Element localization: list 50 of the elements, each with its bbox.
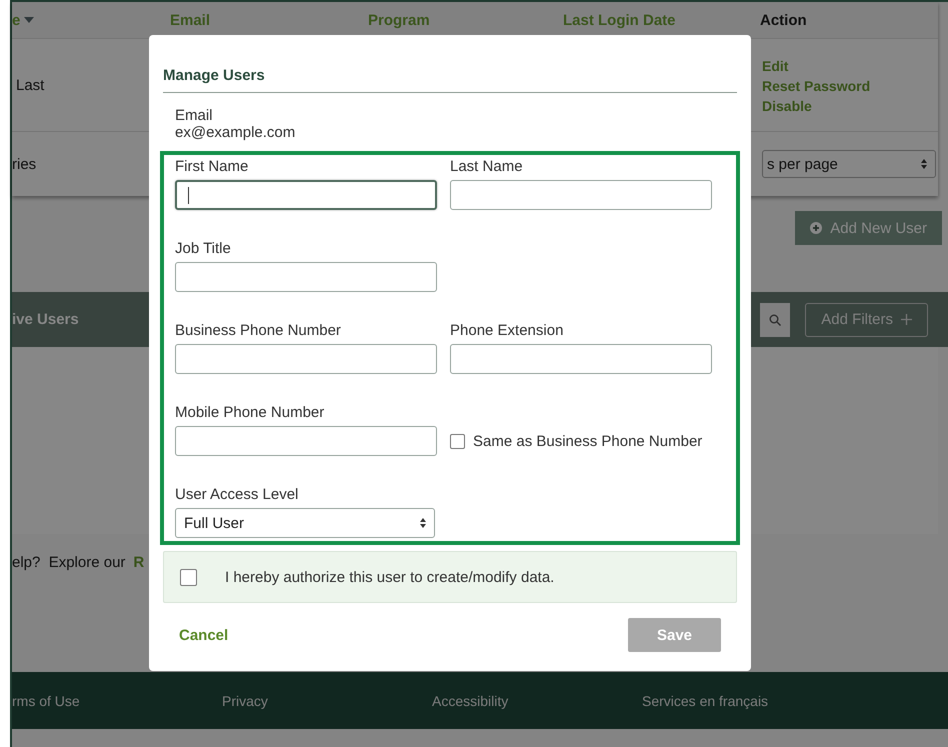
updown-icon bbox=[921, 159, 927, 169]
checkbox-label: Same as Business Phone Number bbox=[473, 432, 702, 450]
checkbox[interactable] bbox=[180, 568, 197, 586]
text-cursor bbox=[188, 187, 189, 204]
action-link[interactable]: Edit bbox=[762, 56, 938, 76]
search-button[interactable] bbox=[760, 302, 790, 336]
page-size-select[interactable]: s per page bbox=[762, 150, 936, 178]
field-label: First Name bbox=[175, 158, 250, 177]
plus-circle-icon bbox=[810, 222, 822, 234]
resources-link[interactable]: R bbox=[133, 554, 144, 571]
section-title: ive Users bbox=[12, 311, 79, 328]
table-cell-text: Last bbox=[15, 76, 44, 94]
column-header: Email bbox=[170, 12, 210, 28]
dialog-title: Manage Users bbox=[163, 67, 737, 93]
authorization-label: I hereby authorize this user to create/modify data. bbox=[225, 568, 554, 586]
field-label: Phone Extension bbox=[450, 322, 564, 341]
footer-link[interactable]: Accessibility bbox=[432, 692, 642, 708]
field-label: Business Phone Number bbox=[175, 322, 342, 341]
input-field[interactable] bbox=[450, 344, 712, 374]
column-header[interactable]: e bbox=[12, 12, 20, 28]
field-label: User Access Level bbox=[175, 486, 300, 505]
column-header: Action bbox=[760, 12, 807, 28]
footer-link[interactable]: rms of Use bbox=[12, 692, 222, 708]
input-field[interactable] bbox=[175, 262, 437, 292]
action-link[interactable]: Reset Password bbox=[762, 76, 938, 96]
footer-link[interactable]: Privacy bbox=[222, 692, 432, 708]
input-field[interactable] bbox=[175, 344, 437, 374]
entries-label: ries bbox=[12, 156, 36, 172]
checkbox[interactable] bbox=[450, 434, 465, 448]
field-label: Job Title bbox=[175, 240, 232, 259]
add-user-button[interactable]: Add New User bbox=[795, 211, 942, 245]
column-header: Program bbox=[368, 12, 430, 28]
sort-down-icon bbox=[24, 17, 34, 23]
input-field[interactable] bbox=[450, 180, 712, 210]
action-link[interactable]: Disable bbox=[762, 96, 938, 116]
help-text: elp? Explore our bbox=[12, 554, 126, 571]
cancel-link[interactable]: Cancel bbox=[179, 626, 228, 644]
email-label: Email bbox=[174, 107, 214, 124]
column-header: Last Login Date bbox=[563, 12, 676, 28]
search-icon bbox=[769, 314, 782, 326]
field-label: Mobile Phone Number bbox=[175, 404, 326, 423]
access-level-select[interactable]: Full User bbox=[175, 508, 435, 538]
field-label: Last Name bbox=[450, 158, 524, 177]
input-field[interactable] bbox=[175, 426, 437, 456]
input-field[interactable] bbox=[175, 180, 437, 210]
plus-icon bbox=[901, 314, 912, 325]
add-filters-button[interactable]: Add Filters bbox=[805, 302, 928, 336]
footer-link[interactable]: Services en français bbox=[642, 692, 852, 708]
email-value: ex@example.com bbox=[174, 124, 296, 141]
updown-icon bbox=[420, 518, 426, 528]
